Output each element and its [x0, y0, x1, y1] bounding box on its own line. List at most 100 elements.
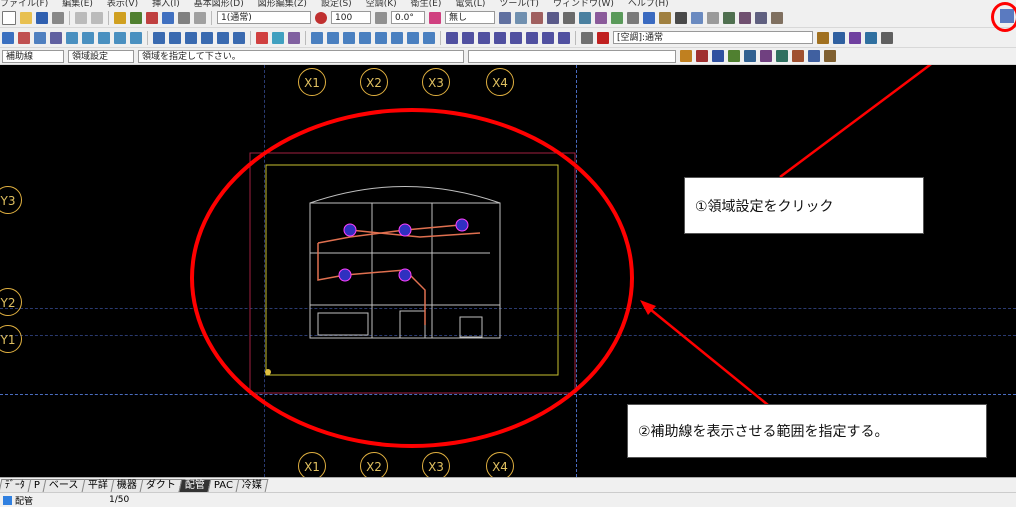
line-scale-combo[interactable]: 1(通常) [217, 11, 311, 24]
menu-item[interactable]: 図形編集(Z) [258, 0, 307, 8]
tool-icon[interactable] [792, 50, 804, 62]
tool-icon[interactable] [776, 50, 788, 62]
command-combo[interactable]: 領域設定 [68, 49, 134, 63]
tool-icon[interactable] [675, 11, 687, 24]
tool-icon[interactable] [808, 50, 820, 62]
tool-icon[interactable] [563, 11, 575, 24]
tool-icon[interactable] [407, 31, 419, 44]
menu-item[interactable]: 編集(E) [62, 0, 93, 8]
menu-item[interactable]: 基本図形(D) [194, 0, 244, 8]
layer-combo[interactable]: [空調]:通常 [613, 31, 813, 44]
sheet-tab[interactable]: 平詳 [81, 479, 114, 492]
tool-icon[interactable] [98, 31, 110, 44]
menu-item[interactable]: 空調(K) [366, 0, 397, 8]
drawing-tool-icon[interactable] [194, 11, 206, 24]
menu-item[interactable]: 衛生(E) [411, 0, 442, 8]
menu-item[interactable]: 表示(V) [107, 0, 138, 8]
color-icon[interactable] [315, 11, 327, 24]
mic-icon[interactable] [680, 50, 692, 62]
print-icon[interactable] [52, 11, 64, 24]
tool-icon[interactable] [643, 11, 655, 24]
opacity-combo[interactable]: 100 [331, 11, 371, 24]
tool-icon[interactable] [881, 31, 893, 44]
layer-color-icon[interactable] [597, 31, 609, 44]
tool-icon[interactable] [696, 50, 708, 62]
tool-icon[interactable] [375, 31, 387, 44]
angle-input[interactable]: 0.0° [391, 11, 425, 24]
tool-icon[interactable] [256, 31, 268, 44]
tool-icon[interactable] [130, 31, 142, 44]
tool-icon[interactable] [627, 11, 639, 24]
menu-item[interactable]: ウィンドウ(W) [553, 0, 614, 8]
tool-icon[interactable] [272, 31, 284, 44]
open-folder-icon[interactable] [20, 11, 32, 24]
tool-icon[interactable] [359, 31, 371, 44]
drawing-tool-icon[interactable] [146, 11, 158, 24]
menu-item[interactable]: 挿入(I) [152, 0, 180, 8]
fill-icon[interactable] [429, 11, 441, 24]
tool-icon[interactable] [311, 31, 323, 44]
tool-icon[interactable] [760, 50, 772, 62]
input-combo[interactable] [468, 49, 676, 63]
sheet-tab[interactable]: 冷媒 [235, 479, 268, 492]
menu-item[interactable]: 電気(L) [455, 0, 485, 8]
tool-icon[interactable] [217, 31, 229, 44]
menu-item[interactable]: ファイル(F) [0, 0, 48, 8]
tool-icon[interactable] [817, 31, 829, 44]
tool-icon[interactable] [515, 11, 527, 24]
tool-icon[interactable] [595, 11, 607, 24]
tool-icon[interactable] [611, 11, 623, 24]
sheet-tab[interactable]: ダクト [139, 479, 182, 492]
sheet-tab[interactable]: ベース [42, 479, 85, 492]
tool-icon[interactable] [50, 31, 62, 44]
sheet-tab[interactable]: PAC [207, 479, 239, 492]
tool-icon[interactable] [446, 31, 458, 44]
tool-icon[interactable] [233, 31, 245, 44]
tool-icon[interactable] [755, 11, 767, 24]
tool-icon[interactable] [391, 31, 403, 44]
tool-icon[interactable] [327, 31, 339, 44]
tool-icon[interactable] [712, 50, 724, 62]
tool-icon[interactable] [659, 11, 671, 24]
tool-icon[interactable] [771, 11, 783, 24]
tool-icon[interactable] [728, 50, 740, 62]
tool-icon[interactable] [849, 31, 861, 44]
tool-icon[interactable] [833, 31, 845, 44]
sheet-tab[interactable]: 機器 [110, 479, 143, 492]
menu-item[interactable]: ツール(T) [499, 0, 539, 8]
drawing-canvas[interactable]: X1 X2 X3 X4 X1 X2 X3 X4 Y3 Y2 Y1 ①領域設定をク… [0, 65, 1016, 477]
tool-icon[interactable] [542, 31, 554, 44]
tool-icon[interactable] [82, 31, 94, 44]
tool-icon[interactable] [579, 11, 591, 24]
rotate-icon[interactable] [375, 11, 387, 24]
tool-icon[interactable] [691, 11, 703, 24]
drawing-tool-icon[interactable] [178, 11, 190, 24]
tool-icon[interactable] [18, 31, 30, 44]
tool-icon[interactable] [723, 11, 735, 24]
tool-icon[interactable] [547, 11, 559, 24]
tool-icon[interactable] [526, 31, 538, 44]
tool-icon[interactable] [531, 11, 543, 24]
tool-icon[interactable] [185, 31, 197, 44]
tool-icon[interactable] [739, 11, 751, 24]
drawing-tool-icon[interactable] [130, 11, 142, 24]
tool-icon[interactable] [865, 31, 877, 44]
tool-icon[interactable] [169, 31, 181, 44]
tool-icon[interactable] [114, 31, 126, 44]
drawing-tool-icon[interactable] [114, 11, 126, 24]
sheet-tab[interactable]: 配管 [178, 479, 211, 492]
tool-icon[interactable] [343, 31, 355, 44]
tool-icon[interactable] [2, 31, 14, 44]
tool-icon[interactable] [510, 31, 522, 44]
new-file-icon[interactable] [2, 10, 16, 25]
fill-combo[interactable]: 無し [445, 11, 495, 24]
tool-icon[interactable] [288, 31, 300, 44]
tool-icon[interactable] [581, 31, 593, 44]
tool-icon[interactable] [499, 11, 511, 24]
save-icon[interactable] [36, 11, 48, 24]
tool-icon[interactable] [494, 31, 506, 44]
tool-icon[interactable] [201, 31, 213, 44]
tool-icon[interactable] [478, 31, 490, 44]
drawing-tool-icon[interactable] [162, 11, 174, 24]
redo-icon[interactable] [91, 11, 103, 24]
